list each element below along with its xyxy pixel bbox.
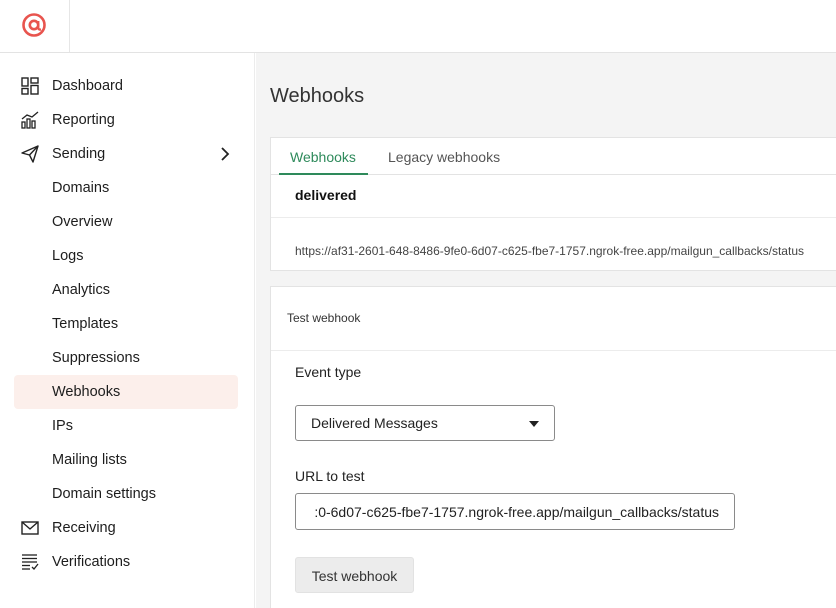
sidebar-item-domains[interactable]: Domains (14, 171, 238, 205)
dashboard-icon (21, 77, 39, 95)
at-sign-icon (22, 13, 46, 37)
sidebar-item-receiving[interactable]: Receiving (14, 511, 238, 545)
sidebar-item-label: Domain settings (52, 486, 156, 502)
sidebar-item-templates[interactable]: Templates (14, 307, 238, 341)
sidebar-item-label: Sending (52, 146, 106, 162)
test-webhook-title: Test webhook (287, 311, 361, 325)
event-type-label: Event type (295, 364, 362, 380)
chevron-right-icon[interactable] (218, 146, 232, 162)
main-content: Webhooks Webhooks Legacy webhooks delive… (256, 53, 836, 608)
event-type-select[interactable]: Delivered Messages (295, 405, 555, 441)
logo-cell[interactable] (0, 0, 70, 52)
page-title: Webhooks (270, 85, 365, 107)
sidebar-item-logs[interactable]: Logs (14, 239, 238, 273)
paper-plane-icon (21, 145, 39, 163)
sidebar-item-label: Overview (52, 214, 113, 230)
top-bar (0, 0, 836, 53)
sidebar-item-dashboard[interactable]: Dashboard (14, 69, 238, 103)
tab-webhooks[interactable]: Webhooks (290, 149, 356, 165)
event-type-value: Delivered Messages (311, 415, 438, 431)
sidebar-item-label: Logs (52, 248, 84, 264)
sidebar-item-label: Receiving (52, 520, 116, 536)
tab-legacy-webhooks[interactable]: Legacy webhooks (388, 149, 500, 165)
test-webhook-button[interactable]: Test webhook (295, 557, 414, 593)
webhook-card: Webhooks Legacy webhooks delivered https… (270, 137, 836, 271)
sidebar-item-ips[interactable]: IPs (14, 409, 238, 443)
sidebar-item-sending[interactable]: Sending (14, 137, 238, 171)
sidebar-item-label: Reporting (52, 112, 115, 128)
sidebar-item-verifications[interactable]: Verifications (14, 545, 238, 579)
list-check-icon (22, 554, 39, 570)
sidebar-item-webhooks[interactable]: Webhooks (14, 375, 238, 409)
webhook-url: https://af31-2601-648-8486-9fe0-6d07-c62… (295, 244, 804, 258)
sidebar-item-label: Templates (52, 316, 119, 332)
caret-down-icon (529, 421, 539, 427)
active-tab-indicator (279, 173, 368, 175)
divider (271, 350, 836, 351)
sidebar-item-reporting[interactable]: Reporting (14, 103, 238, 137)
sidebar-item-label: Dashboard (52, 78, 123, 94)
sidebar-item-label: Suppressions (52, 350, 140, 366)
test-webhook-card: Test webhook Event type Delivered Messag… (270, 286, 836, 608)
sidebar-item-label: Analytics (52, 282, 111, 298)
divider (271, 217, 836, 218)
url-to-test-input[interactable]: :0-6d07-c625-fbe7-1757.ngrok-free.app/ma… (295, 493, 735, 530)
sidebar-item-label: Webhooks (52, 384, 121, 400)
chart-icon (21, 111, 39, 129)
url-to-test-label: URL to test (295, 468, 365, 484)
sidebar-item-overview[interactable]: Overview (14, 205, 238, 239)
sidebar-item-label: Verifications (52, 554, 131, 570)
test-webhook-button-label: Test webhook (311, 568, 398, 584)
sidebar-item-domain-settings[interactable]: Domain settings (14, 477, 238, 511)
sidebar-item-label: Domains (52, 180, 110, 196)
tab-bar: Webhooks Legacy webhooks (271, 138, 836, 175)
sidebar-item-label: Mailing lists (52, 452, 127, 468)
url-to-test-value: :0-6d07-c625-fbe7-1757.ngrok-free.app/ma… (314, 504, 719, 520)
sidebar-item-label: IPs (52, 418, 73, 434)
sidebar-item-analytics[interactable]: Analytics (14, 273, 238, 307)
sidebar-item-suppressions[interactable]: Suppressions (14, 341, 238, 375)
sidebar: Dashboard Reporting Sending Domains Over… (0, 53, 255, 608)
envelope-icon (21, 521, 39, 535)
webhook-event-name: delivered (295, 187, 357, 203)
sidebar-item-mailing-lists[interactable]: Mailing lists (14, 443, 238, 477)
